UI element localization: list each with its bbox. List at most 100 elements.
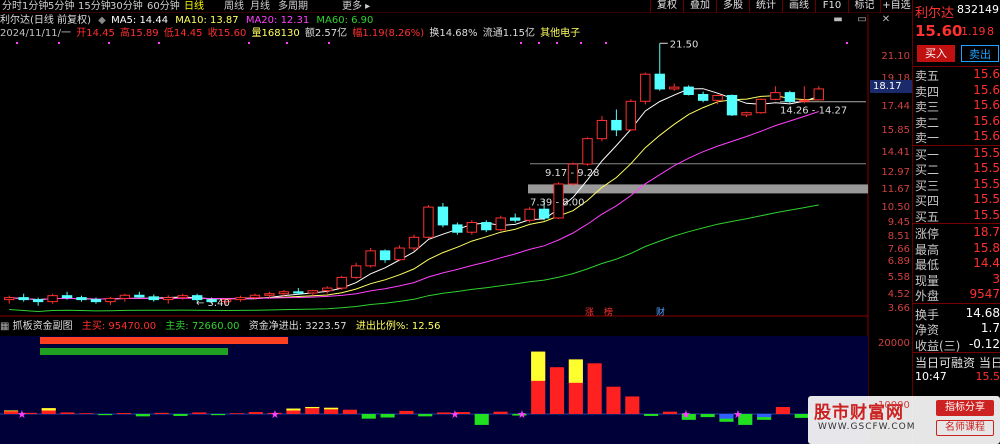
candle-body [365, 250, 376, 267]
panel-pct: 8 [987, 25, 994, 38]
bid-label-4: 买五 [915, 209, 940, 224]
flow-bar-neg [173, 414, 188, 416]
stat-value-1: 15.8 [973, 240, 1000, 255]
quote-panel: 利尔达 832149 15.60 1.19 8 买入 卖出 卖五 15.6 卖四 15.6 卖三 15.… [912, 0, 1000, 444]
candle-body [799, 99, 810, 102]
stat-value-4: 9547 [969, 287, 1000, 301]
price-tick: 11.67 [881, 184, 910, 195]
candle-body [47, 295, 58, 303]
stat2-label-2: 收益(三) [915, 338, 961, 353]
candle-body [755, 98, 767, 114]
candle-body [726, 94, 738, 116]
close-icon[interactable]: ✕ [876, 14, 896, 27]
ask-value-3: 15.6 [973, 113, 1000, 128]
candle-body [509, 217, 521, 221]
flow-bar [60, 412, 75, 414]
bid-label-1: 买二 [915, 163, 940, 177]
panel-divider [913, 352, 1000, 353]
signal-dot [580, 42, 582, 44]
flow-bar-neg [794, 414, 809, 418]
ma20-line [9, 111, 819, 301]
candle-body [640, 73, 651, 102]
candle-body [307, 290, 319, 294]
flow-tick: 20000 [878, 338, 910, 349]
candle-body [611, 119, 622, 131]
ask-label-0: 卖五 [915, 69, 940, 83]
ref-band-2 [528, 184, 868, 194]
candle-body [293, 291, 304, 294]
low-label: ← 3.40 [196, 298, 230, 309]
flow-bar-neg [474, 414, 489, 425]
minimize-icon[interactable]: ▬ [828, 14, 848, 27]
star-marker: ★ [733, 408, 743, 421]
candle-body [163, 297, 174, 301]
bid-value-4: 15.5 [973, 207, 1000, 222]
price-tick: 8.51 [887, 231, 910, 242]
kline-chart[interactable]: 21.50 ← 3.40 9.17 - 9.28 7.39 - 8.00 14.26 -… [0, 0, 912, 444]
price-tick: 17.44 [881, 101, 910, 112]
buy-button[interactable]: 买入 [917, 45, 955, 62]
sell-bar [40, 348, 228, 355]
bid-value-0: 15.5 [973, 145, 1000, 160]
price-tick: 9.45 [887, 217, 910, 228]
flow-bar [79, 413, 94, 414]
candle-body [76, 297, 87, 301]
price-tick: 7.66 [887, 244, 910, 255]
ask-value-2: 15.6 [973, 98, 1000, 112]
flow-bar [342, 409, 357, 414]
candle-body [90, 299, 102, 303]
signal-dot [605, 42, 607, 44]
candle-body [770, 92, 781, 100]
flow-bar-top [305, 406, 320, 409]
tick-price: 15.5 [975, 370, 1000, 383]
sell-button[interactable]: 卖出 [961, 45, 999, 62]
candle-body [105, 297, 116, 303]
flow-bar-neg [380, 414, 395, 418]
panel-price: 15.60 [915, 22, 963, 40]
price-tick: 12.97 [881, 167, 910, 178]
star-marker: ★ [517, 408, 527, 421]
candle-body [481, 222, 492, 231]
candle-body [669, 86, 680, 90]
candle-body [625, 100, 637, 131]
flow-bar [399, 410, 414, 414]
candle-body [437, 206, 449, 226]
flow-bar [437, 412, 452, 414]
candle-body [134, 294, 145, 298]
restore-icon[interactable]: ▭ [852, 14, 872, 27]
flow-bar-neg [361, 414, 376, 419]
tag-fin: 财 [656, 306, 665, 318]
stat-label-4: 外盘 [915, 289, 940, 303]
panel-divider [913, 302, 1000, 304]
panel-stock-name: 利尔达 [915, 6, 955, 21]
signal-dot [248, 42, 250, 44]
flow-bar-neg2 [757, 414, 772, 418]
candle-body [61, 295, 73, 299]
stat-label-3: 现量 [915, 273, 940, 288]
flow-bar-neg [211, 414, 226, 416]
ask-label-4: 卖一 [915, 131, 940, 145]
candle-body [741, 112, 752, 116]
stat-label-2: 最低 [915, 258, 940, 272]
flow-bar-top [531, 351, 546, 381]
candle-body [336, 276, 347, 289]
star-marker: ★ [450, 408, 460, 421]
ask-value-4: 15.6 [973, 129, 1000, 143]
subchart-menu-icon[interactable]: ▦ [0, 321, 9, 332]
candle-body [4, 297, 15, 301]
flow-bar-top [324, 407, 339, 410]
ask-label-1: 卖四 [915, 84, 940, 99]
ask-value-0: 15.6 [973, 67, 1000, 81]
candle-body [524, 208, 535, 221]
price-tick: 15.85 [881, 125, 910, 136]
price-tick: 4.52 [887, 289, 910, 300]
candle-body [408, 236, 420, 249]
flow-bar [587, 363, 602, 414]
signal-dot [108, 42, 110, 44]
signal-dot [520, 42, 522, 44]
candle-body [394, 247, 405, 261]
price-tick: 14.41 [881, 147, 910, 158]
signal-dot [16, 42, 18, 44]
stat2-value-0: 14.68 [965, 305, 1000, 320]
price-tick: 10.50 [881, 202, 910, 213]
